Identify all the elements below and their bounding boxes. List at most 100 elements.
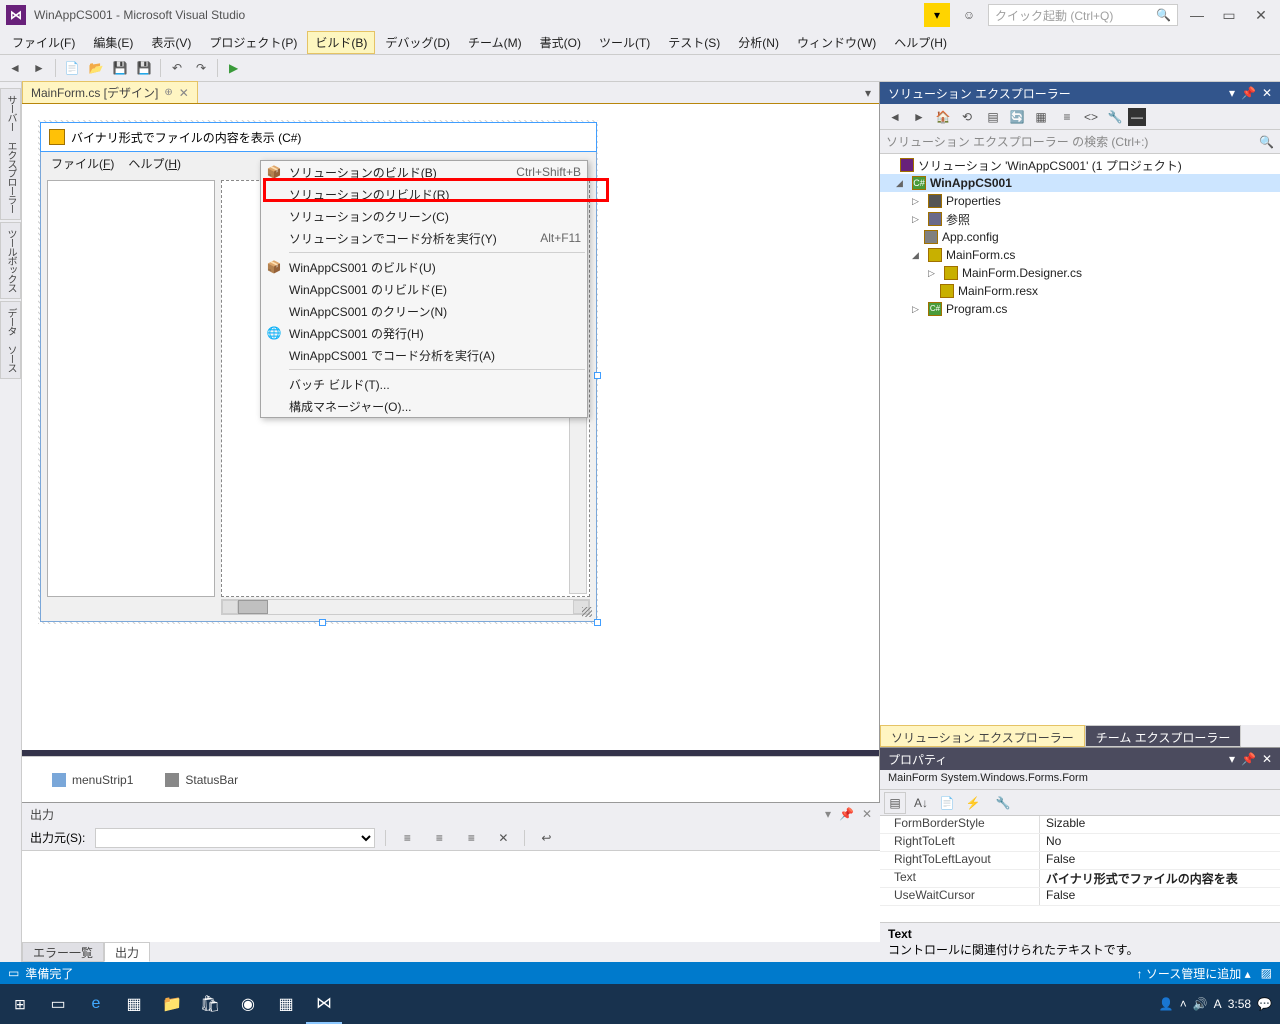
tree-mainform[interactable]: ◢MainForm.cs: [880, 246, 1280, 264]
close-button[interactable]: ✕: [1248, 4, 1274, 26]
source-control-status[interactable]: ↑ ソース管理に追加 ▴: [1137, 965, 1251, 982]
output-next-icon[interactable]: ≡: [460, 827, 482, 849]
menu-item-build-project[interactable]: 📦 WinAppCS001 のビルド(U): [261, 256, 587, 278]
sol-fwd-icon[interactable]: ►: [908, 106, 930, 128]
sol-home-icon[interactable]: 🏠: [932, 106, 954, 128]
panel-close-icon[interactable]: ✕: [1262, 752, 1272, 766]
solution-tree[interactable]: ソリューション 'WinAppCS001' (1 プロジェクト) ◢C#WinA…: [880, 154, 1280, 725]
menu-analyze[interactable]: 分析(N): [730, 31, 787, 54]
panel-pin-icon[interactable]: 📌: [839, 807, 854, 821]
listbox-control[interactable]: [47, 180, 215, 597]
output-clear-icon[interactable]: ✕: [492, 827, 514, 849]
prop-az-icon[interactable]: A↓: [910, 792, 932, 814]
panel-pin-icon[interactable]: 📌: [1241, 86, 1256, 100]
menu-test[interactable]: テスト(S): [660, 31, 728, 54]
tree-project[interactable]: ◢C#WinAppCS001: [880, 174, 1280, 192]
menu-item-publish-project[interactable]: 🌐 WinAppCS001 の発行(H): [261, 322, 587, 344]
solution-explorer-search[interactable]: ソリューション エクスプローラー の検索 (Ctrl+:) 🔍: [880, 130, 1280, 154]
quick-launch-input[interactable]: クイック起動 (Ctrl+Q) 🔍: [988, 4, 1178, 26]
menu-format[interactable]: 書式(O): [532, 31, 589, 54]
tree-appconfig[interactable]: App.config: [880, 228, 1280, 246]
tab-error-list[interactable]: エラー一覧: [22, 942, 104, 962]
properties-subject[interactable]: MainForm System.Windows.Forms.Form: [880, 770, 1280, 790]
output-wrap-icon[interactable]: ↩: [535, 827, 557, 849]
component-tray[interactable]: menuStrip1 StatusBar: [22, 756, 879, 802]
tab-output[interactable]: 出力: [104, 942, 150, 962]
prop-wrench-icon[interactable]: 🔧: [992, 792, 1014, 814]
hscroll-control[interactable]: [221, 599, 590, 615]
panel-close-icon[interactable]: ✕: [862, 807, 872, 821]
open-file-icon[interactable]: 📂: [85, 57, 107, 79]
scroll-left-icon[interactable]: [222, 600, 238, 614]
sol-preview-icon[interactable]: —: [1128, 108, 1146, 126]
menu-debug[interactable]: デバッグ(D): [377, 31, 458, 54]
component-menustrip[interactable]: menuStrip1: [52, 773, 133, 787]
restore-button[interactable]: ▭: [1216, 4, 1242, 26]
task-view-icon[interactable]: ▭: [40, 984, 76, 1024]
store-icon[interactable]: 🛍: [192, 984, 228, 1024]
output-source-select[interactable]: [95, 828, 375, 848]
form-menu-file[interactable]: ファイル(F): [51, 155, 114, 172]
menu-tools[interactable]: ツール(T): [591, 31, 658, 54]
menu-view[interactable]: 表示(V): [143, 31, 199, 54]
properties-grid[interactable]: FormBorderStyleSizable RightToLeftNo Rig…: [880, 816, 1280, 922]
component-statusbar[interactable]: StatusBar: [165, 773, 238, 787]
sol-collapse-icon[interactable]: ▤: [982, 106, 1004, 128]
sol-wrench-icon[interactable]: 🔧: [1104, 106, 1126, 128]
menu-item-code-analysis-solution[interactable]: ソリューションでコード分析を実行(Y) Alt+F11: [261, 227, 587, 249]
properties-header[interactable]: プロパティ ▾ 📌 ✕: [880, 748, 1280, 770]
output-goto-icon[interactable]: ≡: [396, 827, 418, 849]
panel-dropdown-icon[interactable]: ▾: [1229, 752, 1235, 766]
tab-team-explorer[interactable]: チーム エクスプローラー: [1085, 725, 1242, 747]
nav-back-icon[interactable]: ◄: [4, 57, 26, 79]
tree-references[interactable]: ▷参照: [880, 210, 1280, 228]
prop-row[interactable]: Textバイナリ形式でファイルの内容を表: [880, 870, 1280, 888]
minimize-button[interactable]: —: [1184, 4, 1210, 26]
tab-solution-explorer[interactable]: ソリューション エクスプローラー: [880, 725, 1085, 747]
output-text[interactable]: [22, 851, 880, 942]
tray-people-icon[interactable]: 👤: [1159, 997, 1174, 1011]
menu-file[interactable]: ファイル(F): [4, 31, 83, 54]
chrome-icon[interactable]: ◉: [230, 984, 266, 1024]
start-button[interactable]: ⊞: [2, 984, 38, 1024]
prop-cat-icon[interactable]: ▤: [884, 792, 906, 814]
save-all-icon[interactable]: 💾: [133, 57, 155, 79]
menu-item-clean-solution[interactable]: ソリューションのクリーン(C): [261, 205, 587, 227]
notifications-icon[interactable]: ▾: [924, 3, 950, 27]
side-tab-server-explorer[interactable]: サーバー エクスプローラー: [0, 88, 21, 220]
prop-props-icon[interactable]: 📄: [936, 792, 958, 814]
document-tab[interactable]: MainForm.cs [デザイン] ⊕ ✕: [22, 81, 198, 103]
sol-sync-icon[interactable]: ⟲: [956, 106, 978, 128]
tab-dropdown-icon[interactable]: ▾: [857, 83, 879, 103]
output-prev-icon[interactable]: ≡: [428, 827, 450, 849]
tab-close-icon[interactable]: ✕: [179, 86, 189, 100]
visual-studio-taskbar-icon[interactable]: ⋈: [306, 984, 342, 1024]
feedback-icon[interactable]: ☺: [956, 3, 982, 27]
panel-dropdown-icon[interactable]: ▾: [825, 807, 831, 821]
prop-row[interactable]: RightToLeftLayoutFalse: [880, 852, 1280, 870]
nav-fwd-icon[interactable]: ►: [28, 57, 50, 79]
menu-team[interactable]: チーム(M): [460, 31, 530, 54]
sol-code-icon[interactable]: <>: [1080, 106, 1102, 128]
solution-explorer-header[interactable]: ソリューション エクスプローラー ▾ 📌 ✕: [880, 82, 1280, 104]
tray-ime-icon[interactable]: A: [1214, 997, 1222, 1011]
menu-item-clean-project[interactable]: WinAppCS001 のクリーン(N): [261, 300, 587, 322]
sol-properties-icon[interactable]: ≡: [1056, 106, 1078, 128]
edge-icon[interactable]: e: [78, 984, 114, 1024]
menu-window[interactable]: ウィンドウ(W): [789, 31, 884, 54]
menu-item-rebuild-project[interactable]: WinAppCS001 のリビルド(E): [261, 278, 587, 300]
tray-clock[interactable]: 3:58: [1228, 997, 1251, 1011]
prop-row[interactable]: RightToLeftNo: [880, 834, 1280, 852]
form-menu-help[interactable]: ヘルプ(H): [128, 155, 181, 172]
side-tab-data-sources[interactable]: データ ソース: [0, 301, 21, 379]
tree-program-cs[interactable]: ▷C#Program.cs: [880, 300, 1280, 318]
output-panel-header[interactable]: 出力 ▾ 📌 ✕: [22, 803, 880, 825]
tray-volume-icon[interactable]: 🔊: [1193, 997, 1208, 1011]
prop-row[interactable]: UseWaitCursorFalse: [880, 888, 1280, 906]
calculator-icon[interactable]: ▦: [116, 984, 152, 1024]
app-icon[interactable]: ▦: [268, 984, 304, 1024]
redo-icon[interactable]: ↷: [190, 57, 212, 79]
menu-help[interactable]: ヘルプ(H): [886, 31, 955, 54]
tree-designer-cs[interactable]: ▷MainForm.Designer.cs: [880, 264, 1280, 282]
menu-build[interactable]: ビルド(B): [307, 31, 375, 54]
